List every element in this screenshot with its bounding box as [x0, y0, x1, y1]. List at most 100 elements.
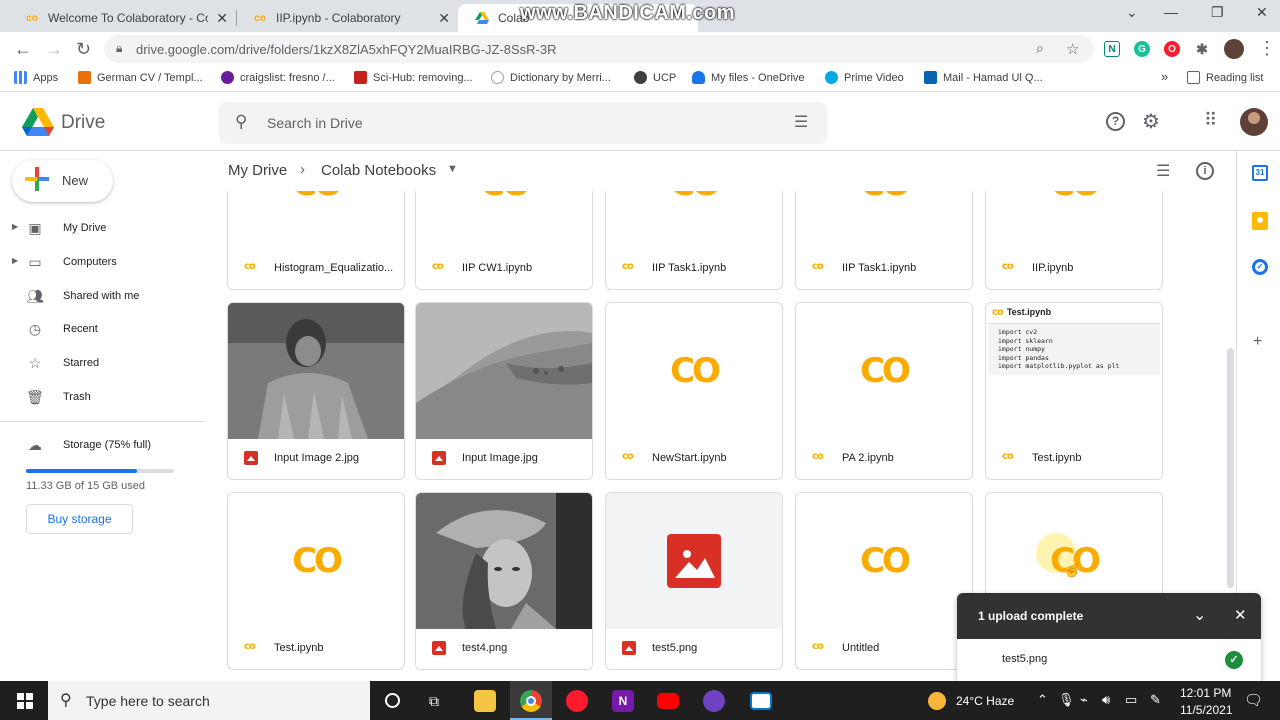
add-addon-icon[interactable]: +	[1253, 333, 1262, 351]
account-avatar[interactable]	[1240, 108, 1268, 136]
app-window-icon[interactable]	[750, 692, 772, 710]
ptv-icon[interactable]	[703, 690, 725, 712]
windows-start-icon[interactable]	[17, 693, 33, 709]
file-card[interactable]: co Test.ipynb import cv2 import sklearn i…	[985, 302, 1163, 480]
reading-list-button[interactable]: Reading list	[1187, 71, 1263, 84]
list-view-icon[interactable]: ☰	[1156, 161, 1170, 181]
upload-toast-item[interactable]: test5.png ✓	[957, 639, 1261, 681]
network-icon[interactable]: ⌁	[1080, 692, 1088, 708]
sidebar-item-shared-with-me[interactable]: 👥︎ Shared with me	[0, 280, 205, 312]
minimize-icon[interactable]: —	[1164, 4, 1178, 20]
extension-grammarly-icon[interactable]: G	[1134, 41, 1150, 57]
chrome-taskbar-button[interactable]	[510, 681, 552, 720]
close-icon[interactable]: ✕	[1234, 606, 1247, 624]
file-explorer-icon[interactable]	[474, 690, 496, 712]
scrollbar-thumb[interactable]	[1227, 348, 1234, 588]
omnibox[interactable]: 🔒︎ drive.google.com/drive/folders/1kzX8Z…	[104, 35, 1094, 63]
task-view-icon[interactable]: ⧉	[429, 693, 439, 710]
close-window-icon[interactable]: ✕	[1256, 4, 1268, 21]
onenote-icon[interactable]: N	[612, 690, 634, 712]
browser-tab[interactable]: co Welcome To Colaboratory - Colal ✕	[8, 4, 236, 32]
file-card[interactable]: CO co PA 2.ipynb	[795, 302, 973, 480]
chrome-menu-icon[interactable]: ⋮	[1258, 38, 1276, 59]
breadcrumb-my-drive[interactable]: My Drive	[228, 162, 287, 179]
buy-storage-button[interactable]: Buy storage	[26, 504, 133, 534]
calendar-icon[interactable]: 31	[1252, 165, 1268, 181]
file-card[interactable]: CO co NewStart.ipynb	[605, 302, 783, 480]
keep-icon[interactable]	[1252, 212, 1268, 230]
search-options-icon[interactable]: ☰	[794, 112, 808, 132]
profile-avatar[interactable]	[1224, 39, 1244, 59]
pen-icon[interactable]: ✎	[1150, 692, 1161, 708]
maximize-icon[interactable]: ❐	[1211, 4, 1224, 21]
taskbar-search-input[interactable]: ⚲ Type here to search	[48, 681, 370, 720]
sidebar-item-my-drive[interactable]: ▶ ▣ My Drive	[0, 212, 205, 244]
chevron-up-icon[interactable]: ⌃	[1037, 692, 1048, 708]
sidebar-item-computers[interactable]: ▶ ▭ Computers	[0, 246, 205, 278]
cortana-icon[interactable]	[385, 693, 400, 708]
file-card[interactable]: Input Image.jpg	[415, 302, 593, 480]
bookmark-prime-video[interactable]: Prime Video	[825, 71, 904, 84]
info-icon[interactable]: i	[1196, 162, 1214, 180]
google-apps-icon[interactable]: ⠿	[1204, 110, 1217, 131]
sidebar-item-trash[interactable]: 🗑︎ Trash	[0, 381, 205, 413]
file-card[interactable]: test5.png	[605, 492, 783, 670]
notifications-icon[interactable]: 🗨︎	[1244, 691, 1263, 709]
search-icon[interactable]: ⚲	[235, 112, 247, 132]
file-card[interactable]: CO co Untitled	[795, 492, 973, 670]
help-icon[interactable]: ?	[1106, 112, 1125, 131]
file-card[interactable]: CO co Test.ipynb	[227, 492, 405, 670]
new-button[interactable]: New	[12, 160, 113, 202]
extensions-puzzle-icon[interactable]: ✱	[1194, 41, 1210, 57]
reload-icon[interactable]: ↻	[76, 39, 91, 60]
file-card[interactable]: CO co Histogram_Equalizatio...	[227, 191, 405, 290]
settings-gear-icon[interactable]: ⚙	[1142, 109, 1160, 134]
youtube-icon[interactable]	[657, 693, 679, 709]
tasks-icon[interactable]: ✓	[1252, 259, 1268, 275]
expand-arrow-icon[interactable]: ▶	[12, 222, 18, 231]
sidebar-item-starred[interactable]: ☆ Starred	[0, 347, 205, 379]
file-card[interactable]: CO co IIP Task1.ipynb	[605, 191, 783, 290]
breadcrumb-current-folder[interactable]: Colab Notebooks	[321, 162, 436, 179]
sidebar-item-recent[interactable]: ◷ Recent	[0, 313, 205, 345]
battery-icon[interactable]: ▭	[1125, 692, 1137, 708]
close-tab-icon[interactable]: ✕	[438, 10, 450, 27]
clock-date[interactable]: 11/5/2021	[1180, 703, 1233, 717]
sidebar-item-storage[interactable]: ☁ Storage (75% full)	[0, 429, 205, 461]
file-card[interactable]: Input Image 2.jpg	[227, 302, 405, 480]
search-input[interactable]: ⚲ Search in Drive ☰	[219, 102, 827, 144]
microphone-icon[interactable]: 🎙︎	[1058, 692, 1075, 708]
bookmark-scihub[interactable]: Sci-Hub: removing...	[354, 71, 473, 84]
extension-opera-icon[interactable]: O	[1164, 41, 1180, 57]
weather-text[interactable]: 24°C Haze	[956, 694, 1014, 708]
bookmark-mail[interactable]: Mail - Hamad Ul Q...	[924, 71, 1043, 84]
bookmark-ucp[interactable]: UCP	[634, 71, 676, 84]
file-card[interactable]: CO co IIP.ipynb	[985, 191, 1163, 290]
zoom-icon[interactable]: ⌕	[1036, 40, 1044, 57]
caret-down-icon[interactable]: ▼	[447, 163, 458, 175]
bookmark-dictionary[interactable]: Dictionary by Merri...	[491, 71, 611, 84]
expand-arrow-icon[interactable]: ▶	[12, 256, 18, 265]
clock-time[interactable]: 12:01 PM	[1180, 686, 1231, 700]
tab-search-icon[interactable]: ⌄	[1126, 4, 1138, 21]
bookmark-label: German CV / Templ...	[97, 71, 203, 84]
extension-n-icon[interactable]: N	[1104, 41, 1120, 57]
bookmark-onedrive[interactable]: My files - OneDrive	[692, 71, 805, 84]
drive-logo-icon[interactable]	[22, 108, 54, 136]
bookmark-craigslist[interactable]: craigslist: fresno /...	[221, 71, 335, 84]
bookmark-apps[interactable]: Apps	[14, 71, 58, 84]
collapse-chevron-icon[interactable]: ⌄	[1193, 605, 1206, 625]
forward-icon[interactable]: →	[45, 39, 63, 60]
file-card[interactable]: CO co IIP Task1.ipynb	[795, 191, 973, 290]
back-icon[interactable]: ←	[14, 39, 32, 60]
opera-icon[interactable]	[566, 690, 588, 712]
browser-tab[interactable]: co IIP.ipynb - Colaboratory ✕	[236, 4, 458, 32]
bookmarks-overflow-button[interactable]: »	[1161, 69, 1168, 84]
bookmark-label: Dictionary by Merri...	[510, 71, 611, 84]
file-card[interactable]: test4.png	[415, 492, 593, 670]
close-tab-icon[interactable]: ✕	[216, 10, 228, 27]
bookmark-german-cv[interactable]: German CV / Templ...	[78, 71, 203, 84]
bookmark-star-icon[interactable]: ☆	[1066, 40, 1079, 58]
file-card[interactable]: CO co IIP CW1.ipynb	[415, 191, 593, 290]
volume-icon[interactable]: 🔊︎	[1102, 692, 1110, 708]
